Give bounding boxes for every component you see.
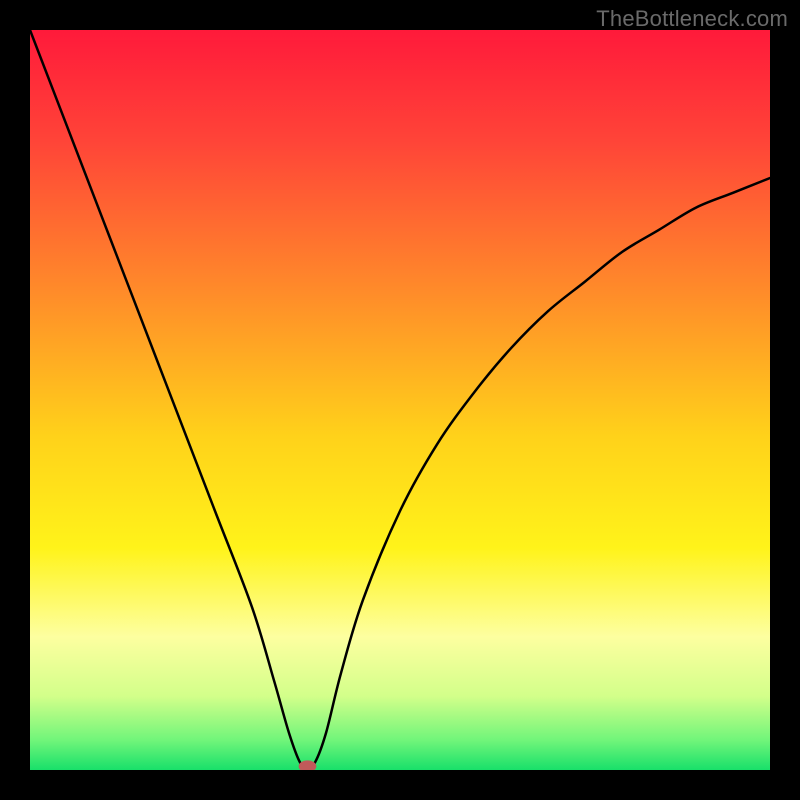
chart-container xyxy=(30,30,770,770)
watermark-text: TheBottleneck.com xyxy=(596,6,788,32)
chart-background xyxy=(30,30,770,770)
bottleneck-chart xyxy=(30,30,770,770)
